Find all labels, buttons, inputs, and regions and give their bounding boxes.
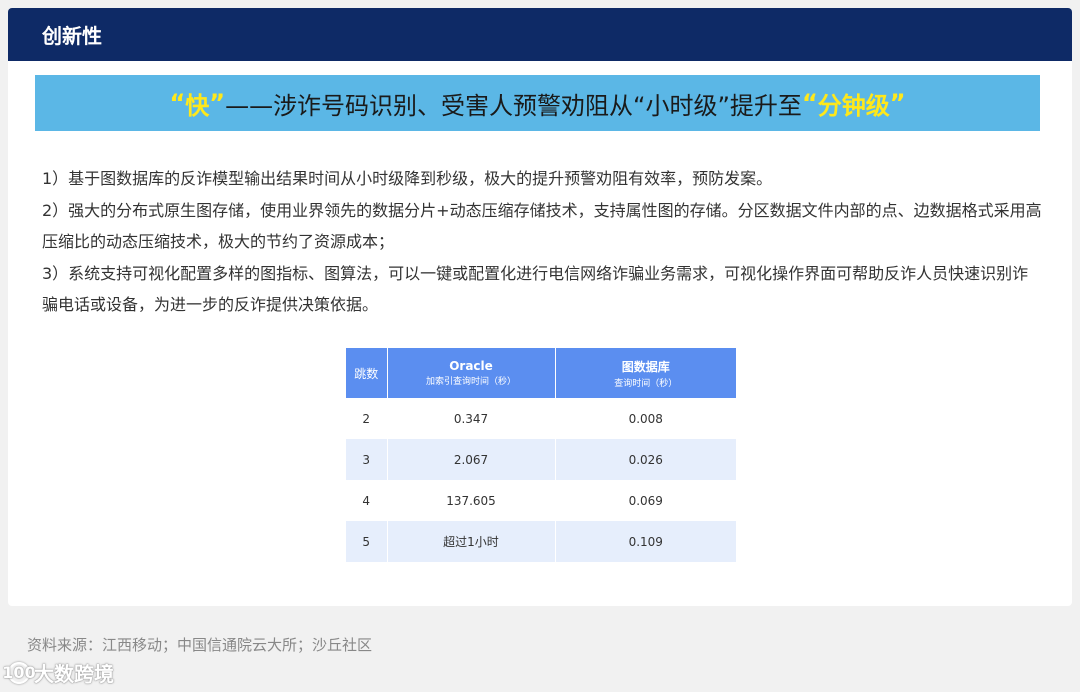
watermark-text: 大数跨境 xyxy=(34,662,114,686)
cell-oracle: 137.605 xyxy=(387,480,556,521)
cell-oracle: 0.347 xyxy=(387,398,556,439)
cell-graphdb: 0.109 xyxy=(555,521,736,562)
table-row: 2 0.347 0.008 xyxy=(346,398,736,439)
headline-text: ——涉诈号码识别、受害人预警劝阻从“小时级”提升至 xyxy=(225,91,802,120)
headline-quote-open-1: “ xyxy=(169,89,186,117)
cell-hops: 4 xyxy=(346,480,388,521)
table-header-row: 跳数 Oracle 加索引查询时间（秒） 图数据库 查询时间（秒） xyxy=(346,348,736,398)
cell-hops: 5 xyxy=(346,521,388,562)
cell-hops: 3 xyxy=(346,439,388,480)
paragraph-1: 1）基于图数据库的反诈模型输出结果时间从小时级降到秒级，极大的提升预警劝阻有效率… xyxy=(42,169,773,188)
header-hops-label: 跳数 xyxy=(354,366,379,381)
comparison-table: 跳数 Oracle 加索引查询时间（秒） 图数据库 查询时间（秒） 2 0.34… xyxy=(346,348,736,562)
headline-highlight-fast: 快 xyxy=(185,91,210,120)
paragraph-2: 2）强大的分布式原生图存储，使用业界领先的数据分片+动态压缩存储技术，支持属性图… xyxy=(42,200,1042,252)
header-hops: 跳数 xyxy=(346,348,388,398)
cell-hops: 2 xyxy=(346,398,388,439)
paragraph-3: 3）系统支持可视化配置多样的图指标、图算法，可以一键或配置化进行电信网络诈骗业务… xyxy=(42,263,1029,315)
cell-oracle: 超过1小时 xyxy=(387,521,556,562)
header-graphdb: 图数据库 查询时间（秒） xyxy=(555,348,736,398)
comparison-table-wrap: 跳数 Oracle 加索引查询时间（秒） 图数据库 查询时间（秒） 2 0.34… xyxy=(346,348,736,562)
header-oracle: Oracle 加索引查询时间（秒） xyxy=(387,348,556,398)
section-header: 创新性 xyxy=(8,8,1072,61)
header-graphdb-sub: 查询时间（秒） xyxy=(614,378,678,389)
table-row: 4 137.605 0.069 xyxy=(346,480,736,521)
headline-quote-close-1: ” xyxy=(209,89,226,117)
headline-quote-open-2: “ xyxy=(801,89,818,117)
watermark-logo-icon: 100 xyxy=(2,661,36,684)
table-row: 5 超过1小时 0.109 xyxy=(346,521,736,562)
table-row: 3 2.067 0.026 xyxy=(346,439,736,480)
content-card: 创新性 “快” ——涉诈号码识别、受害人预警劝阻从“小时级”提升至 “分钟级” 1）… xyxy=(8,8,1072,606)
cell-graphdb: 0.069 xyxy=(555,480,736,521)
watermark: 100 大数跨境 xyxy=(2,658,114,687)
header-graphdb-label: 图数据库 xyxy=(621,359,670,374)
headline-banner: “快” ——涉诈号码识别、受害人预警劝阻从“小时级”提升至 “分钟级” xyxy=(35,75,1040,131)
headline-highlight-minute: 分钟级 xyxy=(817,91,890,120)
section-title: 创新性 xyxy=(42,24,102,48)
header-oracle-sub: 加索引查询时间（秒） xyxy=(425,377,516,387)
headline-quote-close-2: ” xyxy=(889,89,906,117)
cell-oracle: 2.067 xyxy=(387,439,556,480)
source-note: 资料来源：江西移动；中国信通院云大所；沙丘社区 xyxy=(27,636,373,654)
body-paragraphs: 1）基于图数据库的反诈模型输出结果时间从小时级降到秒级，极大的提升预警劝阻有效率… xyxy=(42,163,1042,321)
cell-graphdb: 0.026 xyxy=(555,439,736,480)
header-oracle-label: Oracle xyxy=(449,359,493,373)
cell-graphdb: 0.008 xyxy=(555,398,736,439)
